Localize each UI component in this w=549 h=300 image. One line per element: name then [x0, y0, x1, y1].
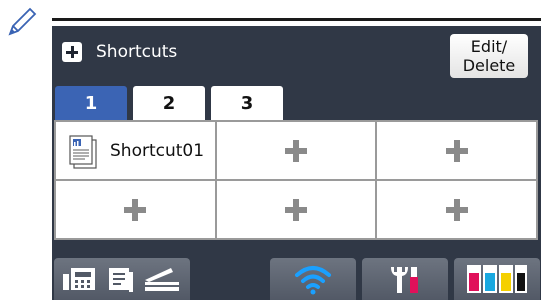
tab-3[interactable]: 3 — [211, 86, 283, 120]
empty-shortcut-slot[interactable] — [377, 122, 536, 179]
fax-copy-scan-button[interactable] — [54, 258, 190, 300]
wifi-button[interactable] — [270, 258, 356, 300]
page-title: Shortcuts — [96, 42, 178, 62]
empty-shortcut-slot[interactable] — [56, 181, 215, 238]
scan-icon — [145, 268, 179, 291]
title-bar: Shortcuts Edit/ Delete — [52, 26, 541, 80]
fax-copy-scan-icons — [63, 268, 179, 292]
plus-icon — [445, 198, 468, 221]
settings-icon — [391, 267, 418, 293]
wifi-icon — [295, 266, 331, 295]
empty-shortcut-slot[interactable] — [216, 122, 376, 179]
plus-icon — [284, 198, 307, 221]
plus-icon — [124, 198, 147, 221]
shortcut-label: Shortcut01 — [110, 140, 205, 161]
edit-delete-button[interactable]: Edit/ Delete — [450, 34, 528, 78]
pencil-icon — [8, 7, 37, 36]
plus-icon — [284, 139, 307, 162]
top-divider — [52, 18, 541, 21]
empty-shortcut-slot[interactable] — [216, 181, 376, 238]
shortcut-grid: Shortcut01 — [54, 120, 538, 240]
ink-button[interactable] — [454, 258, 540, 300]
plus-icon — [445, 139, 468, 162]
tab-2[interactable]: 2 — [133, 86, 205, 120]
bottom-bar — [52, 252, 541, 300]
edit-delete-label: Edit/ Delete — [462, 37, 516, 75]
document-shortcut-icon — [69, 134, 97, 169]
settings-button[interactable] — [362, 258, 448, 300]
shortcut-01[interactable]: Shortcut01 — [56, 122, 215, 179]
tab-1[interactable]: 1 — [55, 86, 127, 120]
add-shortcut-icon — [62, 42, 82, 62]
touchscreen: Shortcuts Edit/ Delete 1 2 3 Shortcut01 — [52, 26, 541, 300]
fax-icon — [63, 268, 95, 290]
ink-icon — [467, 265, 527, 293]
empty-shortcut-slot[interactable] — [377, 181, 536, 238]
copy-icon — [109, 268, 133, 292]
